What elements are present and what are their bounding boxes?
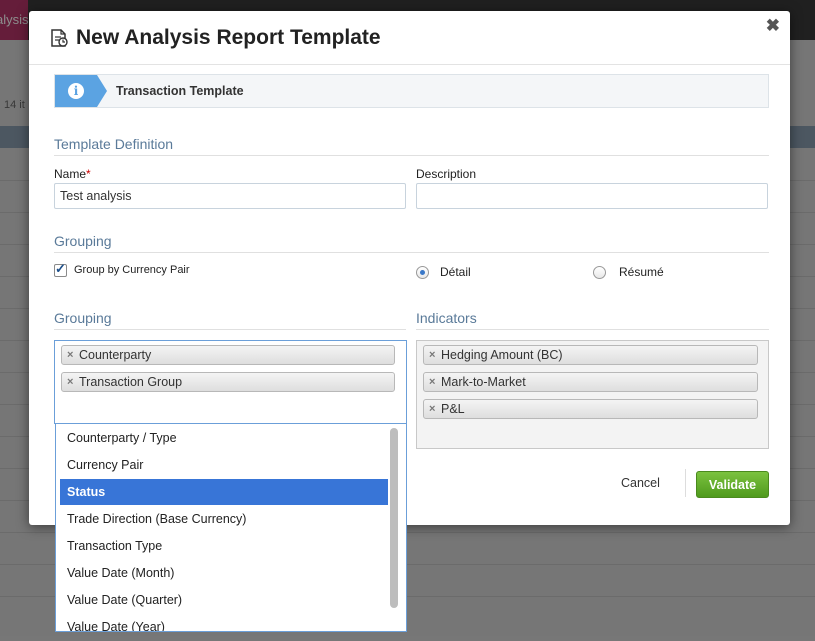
dropdown-option[interactable]: Trade Direction (Base Currency) — [60, 506, 388, 532]
remove-tag-icon[interactable]: × — [429, 373, 435, 391]
section-title-grouping-options: Grouping — [54, 233, 112, 249]
grouping-dropdown-list[interactable]: Counterparty / Type Currency Pair Status… — [55, 424, 407, 632]
indicator-tag: × Mark-to-Market — [423, 372, 758, 392]
close-icon[interactable]: ✖ — [766, 16, 780, 36]
info-banner: i Transaction Template — [54, 74, 769, 108]
dropdown-option[interactable]: Currency Pair — [60, 452, 388, 478]
group-by-currency-pair-label: Group by Currency Pair — [74, 264, 190, 276]
validate-button[interactable]: Validate — [696, 471, 769, 498]
grouping-tag: × Transaction Group — [61, 372, 395, 392]
modal-header: New Analysis Report Template ✖ — [29, 11, 790, 65]
remove-tag-icon[interactable]: × — [67, 373, 73, 391]
dropdown-option[interactable]: Counterparty / Type — [60, 425, 388, 451]
dropdown-option[interactable]: Value Date (Year) — [60, 614, 388, 631]
dropdown-option[interactable]: Transaction Type — [60, 533, 388, 559]
section-title-indicators: Indicators — [416, 310, 477, 326]
cancel-button[interactable]: Cancel — [621, 476, 660, 490]
section-divider — [416, 329, 769, 330]
modal-title: New Analysis Report Template — [76, 26, 381, 49]
grouping-tag: × Counterparty — [61, 345, 395, 365]
remove-tag-icon[interactable]: × — [67, 346, 73, 364]
description-label: Description — [416, 167, 477, 181]
radio-detail-label: Détail — [440, 265, 471, 279]
remove-tag-icon[interactable]: × — [429, 346, 435, 364]
report-template-icon — [51, 29, 68, 47]
info-badge: i — [55, 75, 107, 107]
indicator-tag: × P&L — [423, 399, 758, 419]
section-divider — [54, 155, 769, 156]
dropdown-scrollbar[interactable] — [390, 428, 398, 608]
name-input[interactable] — [54, 183, 406, 209]
indicator-tag: × Hedging Amount (BC) — [423, 345, 758, 365]
description-input[interactable] — [416, 183, 768, 209]
name-label: Name* — [54, 167, 91, 181]
dropdown-option[interactable]: Value Date (Month) — [60, 560, 388, 586]
required-marker: * — [86, 167, 91, 181]
section-title-template-definition: Template Definition — [54, 136, 174, 152]
section-divider — [54, 252, 769, 253]
section-title-grouping: Grouping — [54, 310, 112, 326]
radio-resume-label: Résumé — [619, 265, 664, 279]
radio-resume[interactable] — [593, 266, 606, 279]
remove-tag-icon[interactable]: × — [429, 400, 435, 418]
info-icon: i — [68, 83, 84, 99]
button-divider — [685, 469, 686, 497]
radio-detail[interactable] — [416, 266, 429, 279]
grouping-multiselect[interactable]: × Counterparty × Transaction Group — [54, 340, 407, 424]
section-divider — [54, 329, 406, 330]
dropdown-option[interactable]: Value Date (Quarter) — [60, 587, 388, 613]
dropdown-option-selected[interactable]: Status — [60, 479, 388, 505]
info-banner-text: Transaction Template — [116, 84, 244, 98]
indicators-multiselect[interactable]: × Hedging Amount (BC) × Mark-to-Market × P&… — [416, 340, 769, 449]
group-by-currency-pair-checkbox[interactable] — [54, 261, 67, 277]
